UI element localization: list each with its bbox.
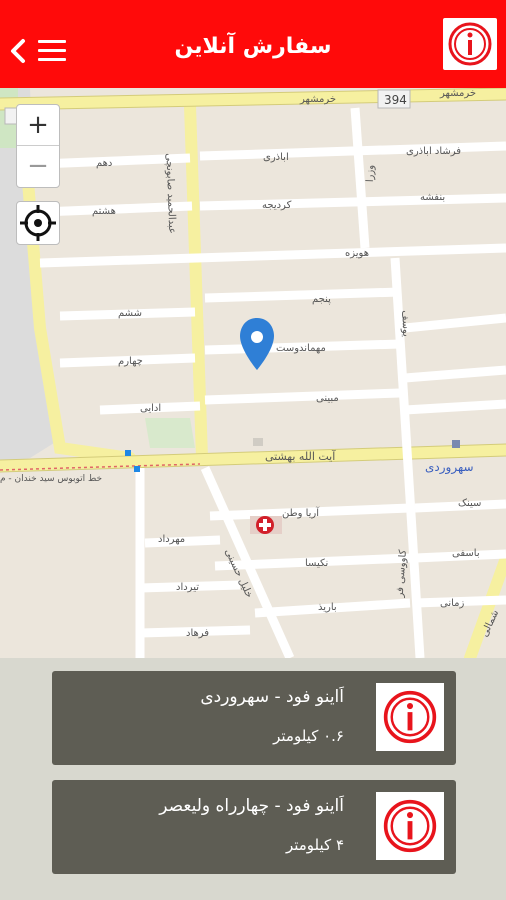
branch-card[interactable]: اَاینو فود - چهارراه ولیعصر ۴ کیلومتر [52, 780, 456, 874]
branch-name: اَاینو فود - سهروردی [200, 687, 344, 707]
brand-logo-icon [448, 22, 492, 66]
crosshair-icon [20, 205, 56, 241]
branch-card[interactable]: اَاینو فود - سهروردی ۰.۶ کیلومتر [52, 671, 456, 765]
branch-distance: ۴ کیلومتر [285, 836, 344, 854]
brand-logo[interactable] [443, 18, 497, 70]
zoom-in-button[interactable]: + [17, 105, 59, 145]
brand-logo-icon [383, 799, 437, 853]
brand-logo-icon [383, 690, 437, 744]
branch-logo [376, 792, 444, 860]
locate-me-button[interactable] [16, 201, 60, 245]
branch-logo [376, 683, 444, 751]
top-app-bar: سفارش آنلاین [0, 0, 506, 88]
page-title: سفارش آنلاین [174, 34, 332, 59]
zoom-out-button[interactable]: − [17, 146, 59, 186]
map-view[interactable]: خرمشهر خرمشهر 394 اباذری فرشاد اباذری ده… [0, 88, 506, 658]
branch-name: اَاینو فود - چهارراه ولیعصر [159, 796, 344, 816]
zoom-controls: + − [16, 104, 60, 188]
branch-distance: ۰.۶ کیلومتر [273, 727, 344, 745]
street-map [0, 88, 506, 658]
